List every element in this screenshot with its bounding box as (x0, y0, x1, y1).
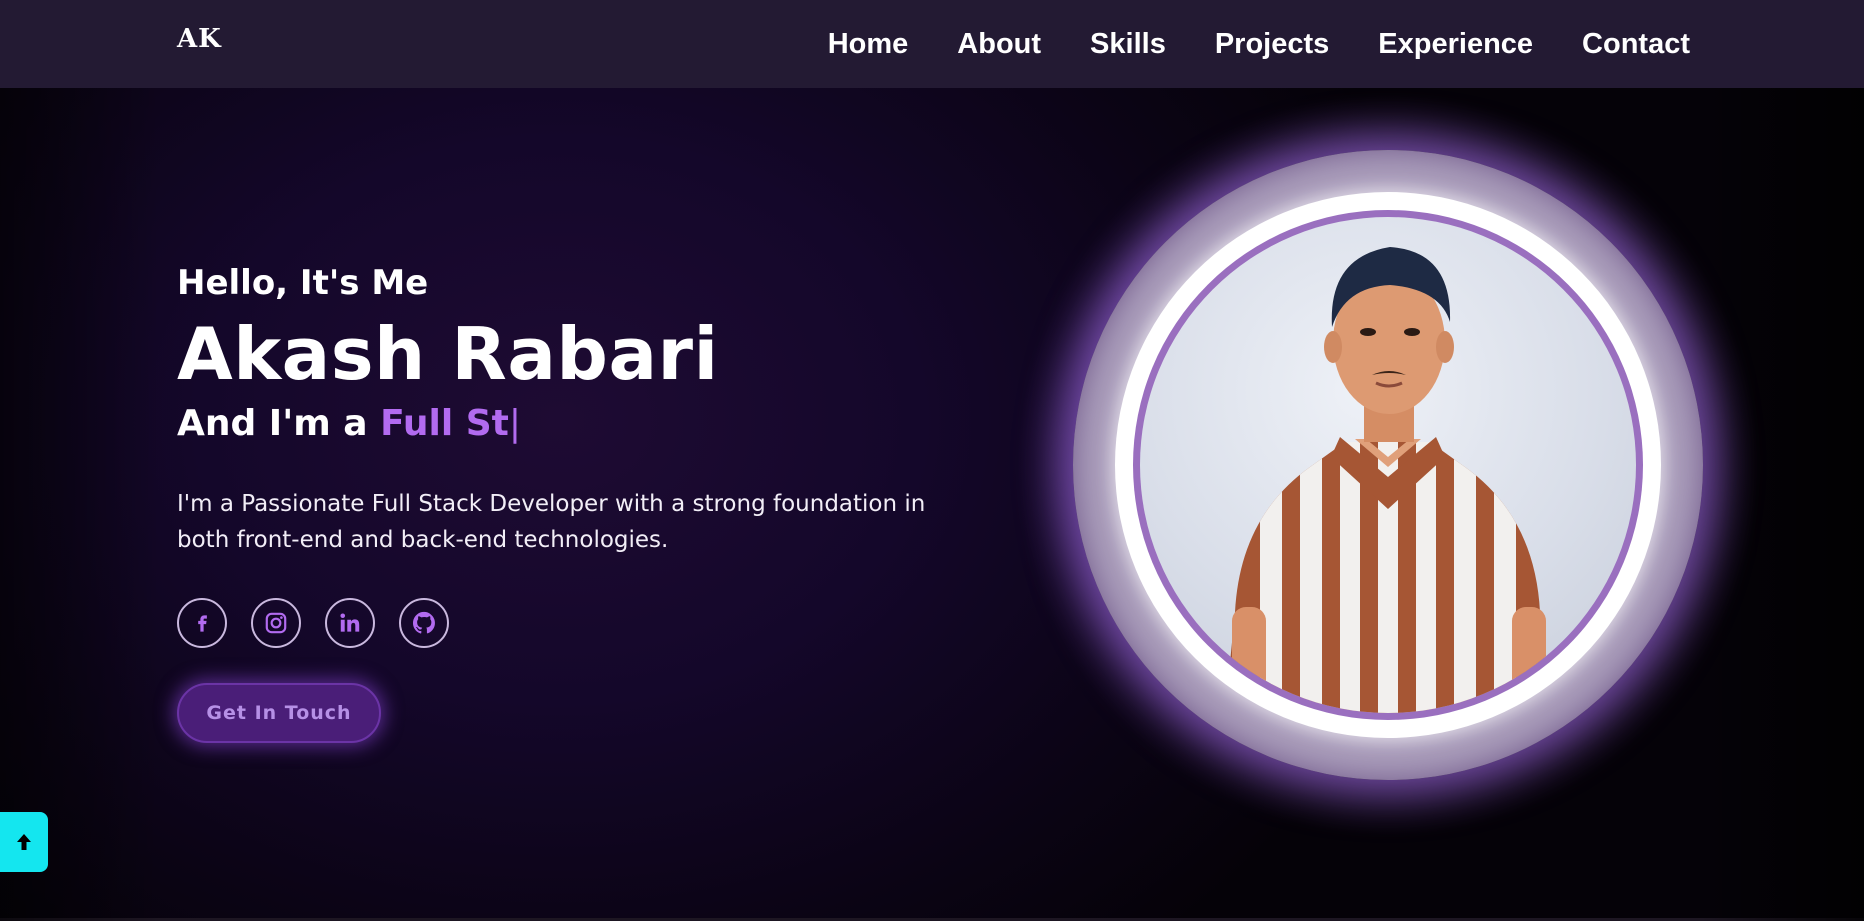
portrait-frame (1013, 90, 1763, 840)
hero-text: Hello, It's Me Akash Rabari And I'm a Fu… (177, 258, 967, 743)
arrow-up-icon (17, 834, 31, 850)
social-links (177, 598, 967, 648)
get-in-touch-button[interactable]: Get In Touch (177, 683, 381, 743)
typing-caret: | (508, 403, 522, 444)
github-link[interactable] (399, 598, 449, 648)
nav-experience-link[interactable]: Experience (1378, 24, 1533, 64)
instagram-link[interactable] (251, 598, 301, 648)
hero-intro: I'm a Passionate Full Stack Developer wi… (177, 491, 926, 553)
hero-greeting: Hello, It's Me (177, 263, 429, 303)
nav-about-link[interactable]: About (957, 24, 1041, 64)
instagram-icon (265, 612, 287, 634)
navbar: AK Home About Skills Projects Experience… (0, 0, 1864, 88)
nav-skills-link[interactable]: Skills (1090, 24, 1166, 64)
portfolio-page: AK Home About Skills Projects Experience… (0, 0, 1864, 921)
linkedin-icon (340, 613, 360, 632)
github-icon (412, 611, 435, 634)
role-typed-text: Full St (380, 403, 509, 444)
hero-name: Akash Rabari (177, 312, 719, 396)
hero-role: And I'm a Full St| (177, 400, 967, 448)
profile-photo (1140, 217, 1636, 713)
nav-links: Home About Skills Projects Experience Co… (828, 24, 1690, 64)
nav-contact-link[interactable]: Contact (1582, 24, 1690, 64)
role-prefix: And I'm a (177, 403, 381, 444)
site-logo[interactable]: AK (177, 24, 222, 54)
facebook-link[interactable] (177, 598, 227, 648)
facebook-icon (198, 615, 207, 632)
nav-home-link[interactable]: Home (828, 24, 909, 64)
scroll-top-button[interactable] (0, 812, 48, 872)
linkedin-link[interactable] (325, 598, 375, 648)
nav-projects-link[interactable]: Projects (1215, 24, 1329, 64)
person-illustration (1225, 247, 1550, 713)
